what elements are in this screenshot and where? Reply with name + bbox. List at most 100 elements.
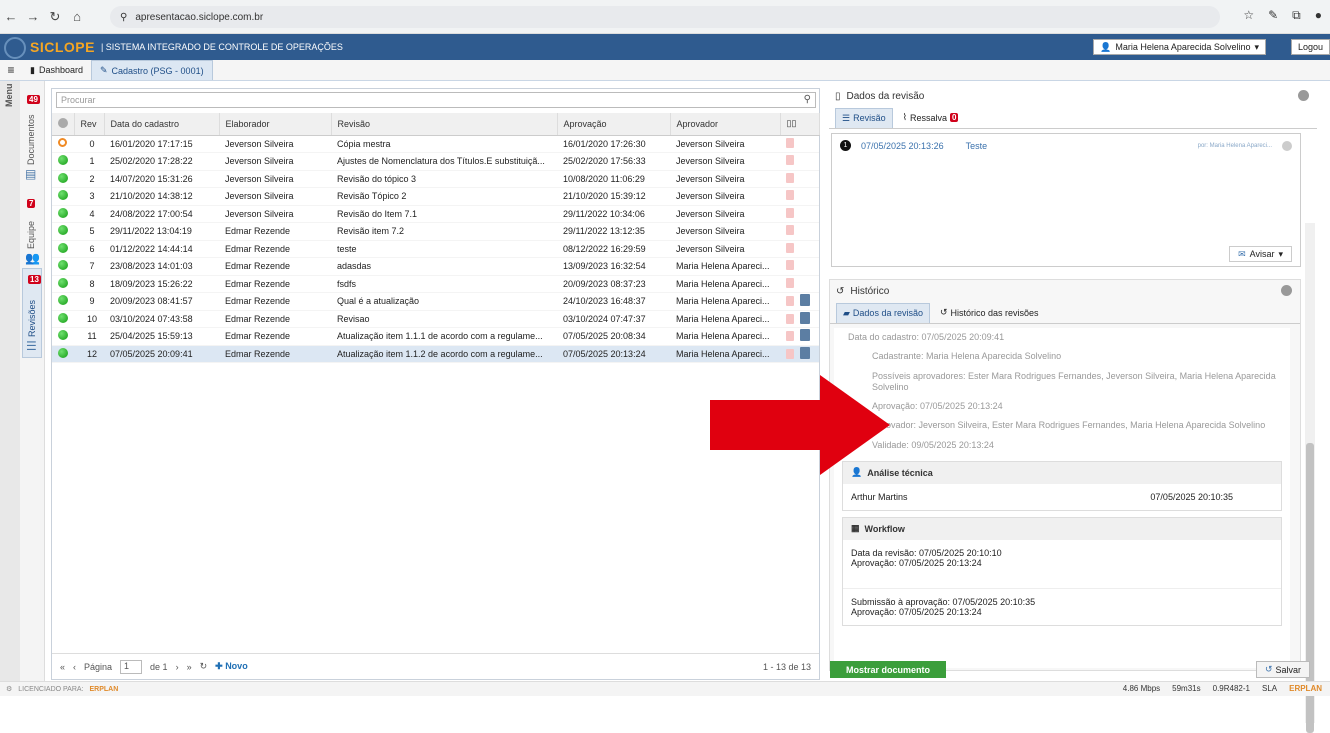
table-row[interactable]: 7 23/08/2023 14:01:03 Edmar Rezende adasdas… [52, 257, 819, 276]
pdf-icon[interactable] [786, 207, 794, 218]
collapse-icon[interactable] [1298, 90, 1309, 101]
extension-icon[interactable]: ✎ [1268, 8, 1278, 23]
col-data-cadastro[interactable]: Data do cadastro [104, 113, 220, 136]
table-row[interactable]: 10 03/10/2024 07:43:58 Edmar Rezende Revisa… [52, 310, 819, 328]
tab-historico-revisoes[interactable]: ↺ Histórico das revisões [934, 303, 1045, 322]
edit-icon[interactable] [800, 311, 810, 324]
first-page-icon[interactable]: « [60, 662, 65, 672]
settings-icon[interactable]: ⚙ [6, 685, 12, 693]
cell-rev: 11 [74, 327, 104, 346]
table-row[interactable]: 12 07/05/2025 20:09:41 Edmar Rezende Atuali… [52, 345, 819, 363]
table-row[interactable]: 4 24/08/2022 17:00:54 Jeverson Silveira Rev… [52, 205, 819, 223]
salvar-button[interactable]: ↺ Salvar [1255, 661, 1310, 678]
pdf-icon[interactable] [786, 313, 794, 324]
table-row[interactable]: 8 18/09/2023 15:26:22 Edmar Rezende fsdfs 20… [52, 275, 819, 293]
table-row[interactable]: 9 20/09/2023 08:41:57 Edmar Rezende Qual é … [52, 292, 819, 311]
status-dot-icon [58, 312, 68, 323]
panel-scrollbar[interactable] [1305, 223, 1315, 733]
reload-icon[interactable]: ↻ [44, 9, 66, 25]
home-icon[interactable]: ⌂ [66, 9, 88, 24]
cell-rev: 10 [74, 310, 104, 328]
pdf-icon[interactable] [786, 296, 794, 307]
prev-page-icon[interactable]: ‹ [73, 662, 76, 672]
cell-rev: 5 [74, 222, 104, 241]
user-menu[interactable]: 👤 Maria Helena Aparecida Solvelino ▾ [1093, 39, 1266, 55]
refresh-icon[interactable]: ↻ [200, 661, 208, 672]
cell-aprovacao: 08/12/2022 16:29:59 [557, 240, 670, 258]
search-input[interactable]: Procurar ⚲ [56, 92, 816, 108]
pdf-icon[interactable] [786, 348, 794, 359]
pdf-icon[interactable] [786, 137, 794, 148]
cell-aprovacao: 07/05/2025 20:08:34 [557, 327, 670, 346]
wf1-aprov: Aprovação: 07/05/2025 20:13:24 [851, 557, 982, 568]
cell-status [52, 292, 74, 311]
logout-button[interactable]: Logou [1290, 39, 1330, 55]
sidebar-item-equipe[interactable]: 7 Equipe 👥 [22, 193, 42, 268]
sla-menu[interactable]: SLA [1262, 684, 1277, 693]
star-icon[interactable]: ☆ [1243, 8, 1254, 23]
pdf-icon[interactable] [786, 331, 794, 342]
page-input[interactable]: 1 [120, 659, 143, 674]
tab-dashboard[interactable]: ▮ Dashboard [22, 60, 91, 80]
col-revisao[interactable]: Revisão [331, 113, 558, 136]
col-elaborador[interactable]: Elaborador [219, 113, 332, 136]
edit-icon[interactable] [800, 329, 810, 342]
session-time: 59m31s [1172, 684, 1201, 693]
back-icon[interactable]: ← [0, 9, 22, 24]
field-aprovacao: Aprovação: 07/05/2025 20:13:24 [872, 401, 1003, 411]
col-rev[interactable]: Rev [74, 113, 105, 136]
cell-status [52, 187, 74, 206]
puzzle-icon[interactable]: ⧉ [1292, 8, 1301, 23]
table-row[interactable]: 0 16/01/2020 17:17:15 Jeverson Silveira Cóp… [52, 135, 819, 153]
table-row[interactable]: 6 01/12/2022 14:44:14 Edmar Rezende teste 08… [52, 240, 819, 258]
tab-dados-revisao[interactable]: ▰ Dados da revisão [836, 302, 930, 323]
address-bar[interactable]: ⚲ apresentacao.siclope.com.br [110, 6, 1220, 28]
table-row[interactable]: 3 21/10/2020 14:38:12 Jeverson Silveira Rev… [52, 187, 819, 206]
cell-actions [780, 152, 819, 171]
collapse-up-icon[interactable] [1281, 285, 1292, 296]
tab-ressalva[interactable]: ⌇ Ressalva 0 [897, 108, 965, 127]
col-aprovacao[interactable]: Aprovação [557, 113, 671, 136]
cell-actions [780, 170, 819, 188]
col-aprovador[interactable]: Aprovador [670, 113, 781, 136]
novo-button[interactable]: ✚ Novo [215, 661, 248, 672]
edit-icon[interactable] [800, 346, 810, 359]
pdf-icon[interactable] [786, 260, 794, 271]
pdf-icon[interactable] [786, 155, 794, 166]
cell-status [52, 345, 74, 363]
cell-rev: 4 [74, 205, 104, 223]
next-page-icon[interactable]: › [176, 662, 179, 672]
pdf-icon[interactable] [786, 242, 794, 253]
site-info-icon[interactable]: ⚲ [120, 12, 127, 23]
last-page-icon[interactable]: » [187, 662, 192, 672]
edit-icon[interactable] [800, 294, 810, 307]
cell-data-cadastro: 14/07/2020 15:31:26 [104, 170, 219, 188]
sidebar-item-revisoes[interactable]: 13 Revisões ☰ [22, 268, 42, 358]
pdf-icon[interactable] [786, 190, 794, 201]
search-icon[interactable]: ⚲ [804, 94, 811, 105]
pdf-icon[interactable] [786, 277, 794, 288]
equipe-badge: 7 [27, 199, 36, 208]
forward-icon[interactable]: → [22, 9, 44, 24]
avisar-button[interactable]: ✉ Avisar ▾ [1229, 246, 1292, 262]
tab-cadastro[interactable]: ✎ Cadastro (PSG - 0001) [90, 60, 213, 80]
profile-icon[interactable]: ● [1315, 8, 1322, 23]
hamburger-icon[interactable]: ≡ [0, 63, 22, 77]
info-icon[interactable] [1282, 140, 1292, 151]
mostrar-documento-button[interactable]: Mostrar documento [830, 661, 947, 678]
comment-entry[interactable]: 1 07/05/2025 20:13:26 Teste por: Maria H… [832, 134, 1300, 157]
tab-revisao[interactable]: ☰ Revisão [835, 107, 893, 128]
pdf-icon[interactable] [786, 172, 794, 183]
cell-status [52, 170, 74, 188]
sidebar-item-documentos[interactable]: 49 Documentos ▤ [22, 89, 42, 184]
table-row[interactable]: 1 25/02/2020 17:28:22 Jeverson Silveira Aju… [52, 152, 819, 171]
cell-rev: 2 [74, 170, 104, 188]
cell-data-cadastro: 25/02/2020 17:28:22 [104, 152, 219, 171]
pdf-icon[interactable] [786, 225, 794, 236]
cell-rev: 3 [74, 187, 104, 206]
table-row[interactable]: 11 25/04/2025 15:59:13 Edmar Rezende Atuali… [52, 327, 819, 346]
workflow-step-2: Submissão à aprovação: 07/05/2025 20:10:… [843, 589, 1281, 625]
table-row[interactable]: 5 29/11/2022 13:04:19 Edmar Rezende Revisão… [52, 222, 819, 241]
menu-column[interactable]: Menu [0, 81, 20, 681]
table-row[interactable]: 2 14/07/2020 15:31:26 Jeverson Silveira Rev… [52, 170, 819, 188]
